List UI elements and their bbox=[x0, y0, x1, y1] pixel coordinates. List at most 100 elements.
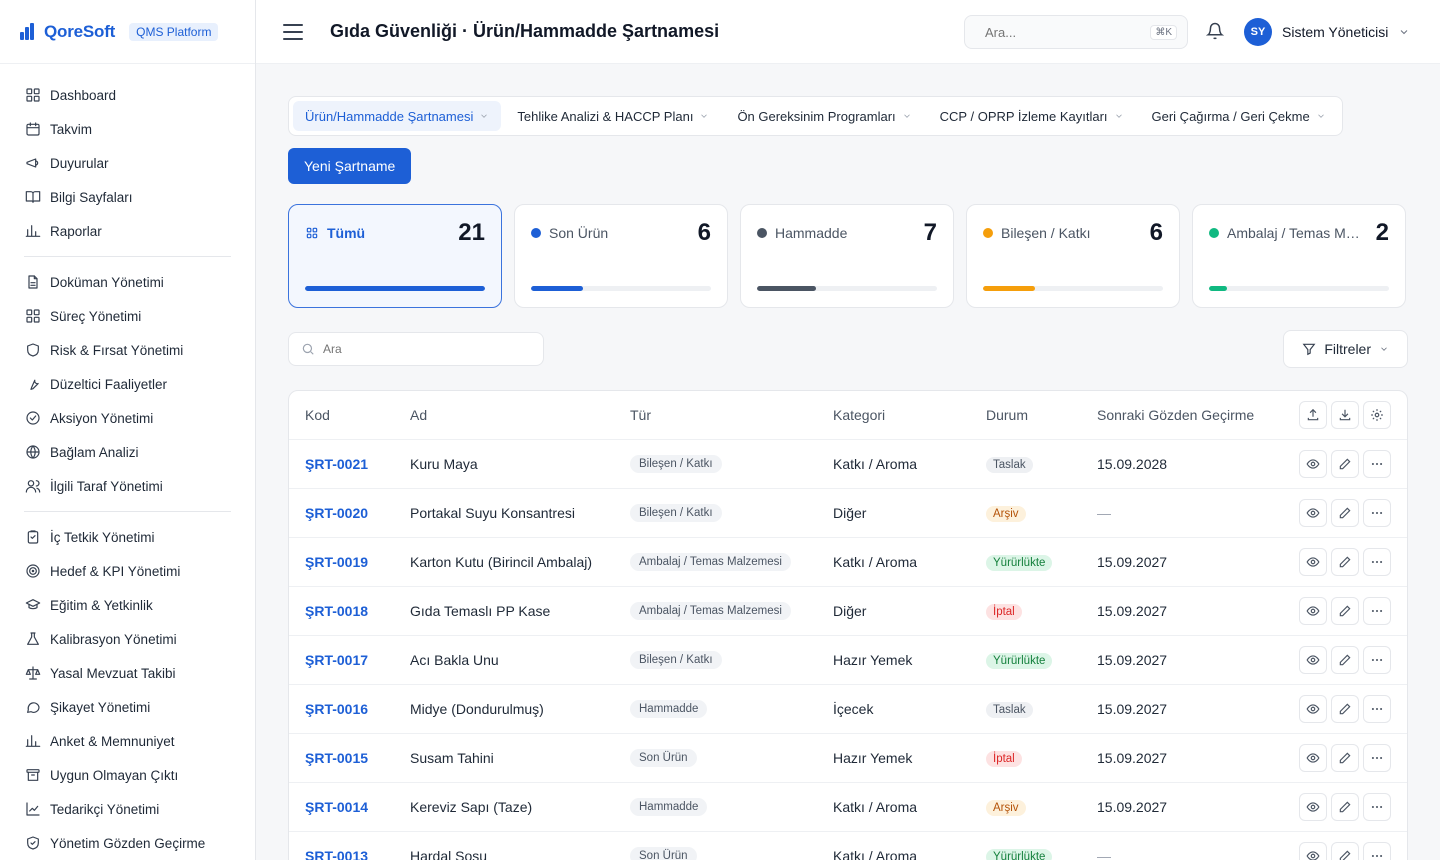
more-dots-icon[interactable] bbox=[1363, 449, 1391, 478]
more-dots-icon[interactable] bbox=[1363, 547, 1391, 576]
more-dots-icon[interactable] bbox=[1363, 743, 1391, 772]
stat-card-son-urun[interactable]: Son Ürün 6 bbox=[514, 204, 728, 308]
sidebar-item-kalibrasyon-yonetimi[interactable]: Kalibrasyon Yönetimi bbox=[24, 622, 231, 656]
sidebar-item-tedarikci-yonetimi[interactable]: Tedarikçi Yönetimi bbox=[24, 792, 231, 826]
more-dots-icon[interactable] bbox=[1363, 841, 1391, 860]
row-code-link[interactable]: ŞRT-0017 bbox=[289, 635, 394, 685]
sidebar-item-duyurular[interactable]: Duyurular bbox=[24, 146, 231, 180]
row-code-link[interactable]: ŞRT-0013 bbox=[289, 831, 394, 860]
view-eye-icon[interactable] bbox=[1299, 449, 1327, 478]
row-code-link[interactable]: ŞRT-0020 bbox=[289, 488, 394, 538]
tab-urun-hammadde-sartnamesi[interactable]: Ürün/Hammadde Şartnamesi bbox=[293, 101, 502, 131]
hamburger-menu-icon[interactable] bbox=[283, 23, 303, 40]
table-row[interactable]: ŞRT-0018 Gıda Temaslı PP Kase Ambalaj / … bbox=[289, 586, 1407, 636]
view-eye-icon[interactable] bbox=[1299, 596, 1327, 625]
more-dots-icon[interactable] bbox=[1363, 645, 1391, 674]
edit-pencil-icon[interactable] bbox=[1331, 449, 1359, 478]
tab-on-gereksinim-programlari[interactable]: Ön Gereksinim Programları bbox=[725, 101, 923, 131]
edit-pencil-icon[interactable] bbox=[1331, 645, 1359, 674]
sidebar-item-anket-memnuniyet[interactable]: Anket & Memnuniyet bbox=[24, 724, 231, 758]
column-header-category[interactable]: Kategori bbox=[817, 391, 970, 440]
table-row[interactable]: ŞRT-0015 Susam Tahini Son Ürün Hazır Yem… bbox=[289, 733, 1407, 783]
column-header-type[interactable]: Tür bbox=[614, 391, 817, 440]
sidebar-item-hedef-kpi-yonetimi[interactable]: Hedef & KPI Yönetimi bbox=[24, 554, 231, 588]
sidebar-item-ic-tetkik-yonetimi[interactable]: İç Tetkik Yönetimi bbox=[24, 520, 231, 554]
column-header-status[interactable]: Durum bbox=[970, 391, 1081, 440]
edit-pencil-icon[interactable] bbox=[1331, 498, 1359, 527]
sidebar-item-sikayet-yonetimi[interactable]: Şikayet Yönetimi bbox=[24, 690, 231, 724]
filters-button[interactable]: Filtreler bbox=[1283, 330, 1408, 368]
gear-icon[interactable] bbox=[1363, 400, 1391, 429]
sidebar-item-duzeltici-faaliyetler[interactable]: Düzeltici Faaliyetler bbox=[24, 367, 231, 401]
sidebar-item-dashboard[interactable]: Dashboard bbox=[24, 78, 231, 112]
edit-pencil-icon[interactable] bbox=[1331, 841, 1359, 860]
stat-card-tumu[interactable]: Tümü 21 bbox=[288, 204, 502, 308]
stat-card-hammadde[interactable]: Hammadde 7 bbox=[740, 204, 954, 308]
sidebar-item-aksiyon-yonetimi[interactable]: Aksiyon Yönetimi bbox=[24, 401, 231, 435]
row-code-link[interactable]: ŞRT-0018 bbox=[289, 586, 394, 636]
tab-geri-cagirma-geri-cekme[interactable]: Geri Çağırma / Geri Çekme bbox=[1140, 101, 1338, 131]
more-dots-icon[interactable] bbox=[1363, 498, 1391, 527]
row-code-link[interactable]: ŞRT-0016 bbox=[289, 684, 394, 734]
user-menu[interactable]: SY Sistem Yöneticisi bbox=[1244, 18, 1410, 46]
logo[interactable]: QoreSoft bbox=[20, 22, 115, 42]
filter-icon bbox=[1302, 343, 1316, 356]
table-row[interactable]: ŞRT-0013 Hardal Sosu Son Ürün Katkı / Ar… bbox=[289, 831, 1407, 860]
edit-pencil-icon[interactable] bbox=[1331, 694, 1359, 723]
table-row[interactable]: ŞRT-0016 Midye (Dondurulmuş) Hammadde İç… bbox=[289, 684, 1407, 734]
global-search[interactable]: ⌘K bbox=[964, 15, 1188, 49]
view-eye-icon[interactable] bbox=[1299, 498, 1327, 527]
view-eye-icon[interactable] bbox=[1299, 547, 1327, 576]
row-name: Midye (Dondurulmuş) bbox=[394, 684, 614, 734]
row-code-link[interactable]: ŞRT-0014 bbox=[289, 782, 394, 832]
tab-ccp-oprp-izleme-kayitlari[interactable]: CCP / OPRP İzleme Kayıtları bbox=[928, 101, 1136, 131]
bell-icon[interactable] bbox=[1206, 22, 1224, 40]
sidebar-item-bilgi-sayfalari[interactable]: Bilgi Sayfaları bbox=[24, 180, 231, 214]
more-dots-icon[interactable] bbox=[1363, 694, 1391, 723]
sidebar-item-egitim-yetkinlik[interactable]: Eğitim & Yetkinlik bbox=[24, 588, 231, 622]
sidebar-item-risk-firsat-yonetimi[interactable]: Risk & Fırsat Yönetimi bbox=[24, 333, 231, 367]
sidebar-item-ilgili-taraf-yonetimi[interactable]: İlgili Taraf Yönetimi bbox=[24, 469, 231, 503]
sidebar-item-label: Risk & Fırsat Yönetimi bbox=[50, 342, 184, 358]
view-eye-icon[interactable] bbox=[1299, 743, 1327, 772]
more-dots-icon[interactable] bbox=[1363, 596, 1391, 625]
download-icon[interactable] bbox=[1331, 400, 1359, 429]
sidebar-item-uygun-olmayan-cikti[interactable]: Uygun Olmayan Çıktı bbox=[24, 758, 231, 792]
chevron-down-icon bbox=[1381, 347, 1387, 351]
view-eye-icon[interactable] bbox=[1299, 841, 1327, 860]
column-header-name[interactable]: Ad bbox=[394, 391, 614, 440]
sidebar-item-surec-yonetimi[interactable]: Süreç Yönetimi bbox=[24, 299, 231, 333]
column-header-review[interactable]: Sonraki Gözden Geçirme bbox=[1081, 391, 1278, 440]
edit-pencil-icon[interactable] bbox=[1331, 547, 1359, 576]
sidebar-item-takvim[interactable]: Takvim bbox=[24, 112, 231, 146]
edit-pencil-icon[interactable] bbox=[1331, 596, 1359, 625]
table-row[interactable]: ŞRT-0020 Portakal Suyu Konsantresi Bileş… bbox=[289, 488, 1407, 538]
stat-card-bilesen-katki[interactable]: Bileşen / Katkı 6 bbox=[966, 204, 1180, 308]
row-code-link[interactable]: ŞRT-0021 bbox=[289, 439, 394, 489]
view-eye-icon[interactable] bbox=[1299, 694, 1327, 723]
global-search-input[interactable] bbox=[985, 24, 1135, 40]
view-eye-icon[interactable] bbox=[1299, 792, 1327, 821]
sidebar-item-yonetim-gozden-gecirme[interactable]: Yönetim Gözden Geçirme bbox=[24, 826, 231, 860]
sidebar-item-baglam-analizi[interactable]: Bağlam Analizi bbox=[24, 435, 231, 469]
column-header-code[interactable]: Kod bbox=[289, 391, 394, 440]
table-search[interactable] bbox=[288, 332, 544, 366]
edit-pencil-icon[interactable] bbox=[1331, 743, 1359, 772]
table-search-input[interactable] bbox=[323, 342, 478, 356]
stat-card-ambalaj-temas-malzemesi[interactable]: Ambalaj / Temas Malzemesi 2 bbox=[1192, 204, 1406, 308]
view-eye-icon[interactable] bbox=[1299, 645, 1327, 674]
row-code-link[interactable]: ŞRT-0019 bbox=[289, 537, 394, 587]
row-code-link[interactable]: ŞRT-0015 bbox=[289, 733, 394, 783]
sidebar-item-dokuman-yonetimi[interactable]: Doküman Yönetimi bbox=[24, 265, 231, 299]
tab-tehlike-analizi-haccp-plani[interactable]: Tehlike Analizi & HACCP Planı bbox=[505, 101, 721, 131]
sidebar-item-raporlar[interactable]: Raporlar bbox=[24, 214, 231, 248]
table-row[interactable]: ŞRT-0017 Acı Bakla Unu Bileşen / Katkı H… bbox=[289, 635, 1407, 685]
table-row[interactable]: ŞRT-0021 Kuru Maya Bileşen / Katkı Katkı… bbox=[289, 439, 1407, 489]
more-dots-icon[interactable] bbox=[1363, 792, 1391, 821]
sidebar-item-yasal-mevzuat-takibi[interactable]: Yasal Mevzuat Takibi bbox=[24, 656, 231, 690]
table-row[interactable]: ŞRT-0019 Karton Kutu (Birincil Ambalaj) … bbox=[289, 537, 1407, 587]
edit-pencil-icon[interactable] bbox=[1331, 792, 1359, 821]
new-spec-button[interactable]: Yeni Şartname bbox=[288, 148, 412, 184]
export-upload-icon[interactable] bbox=[1299, 400, 1327, 429]
table-row[interactable]: ŞRT-0014 Kereviz Sapı (Taze) Hammadde Ka… bbox=[289, 782, 1407, 832]
